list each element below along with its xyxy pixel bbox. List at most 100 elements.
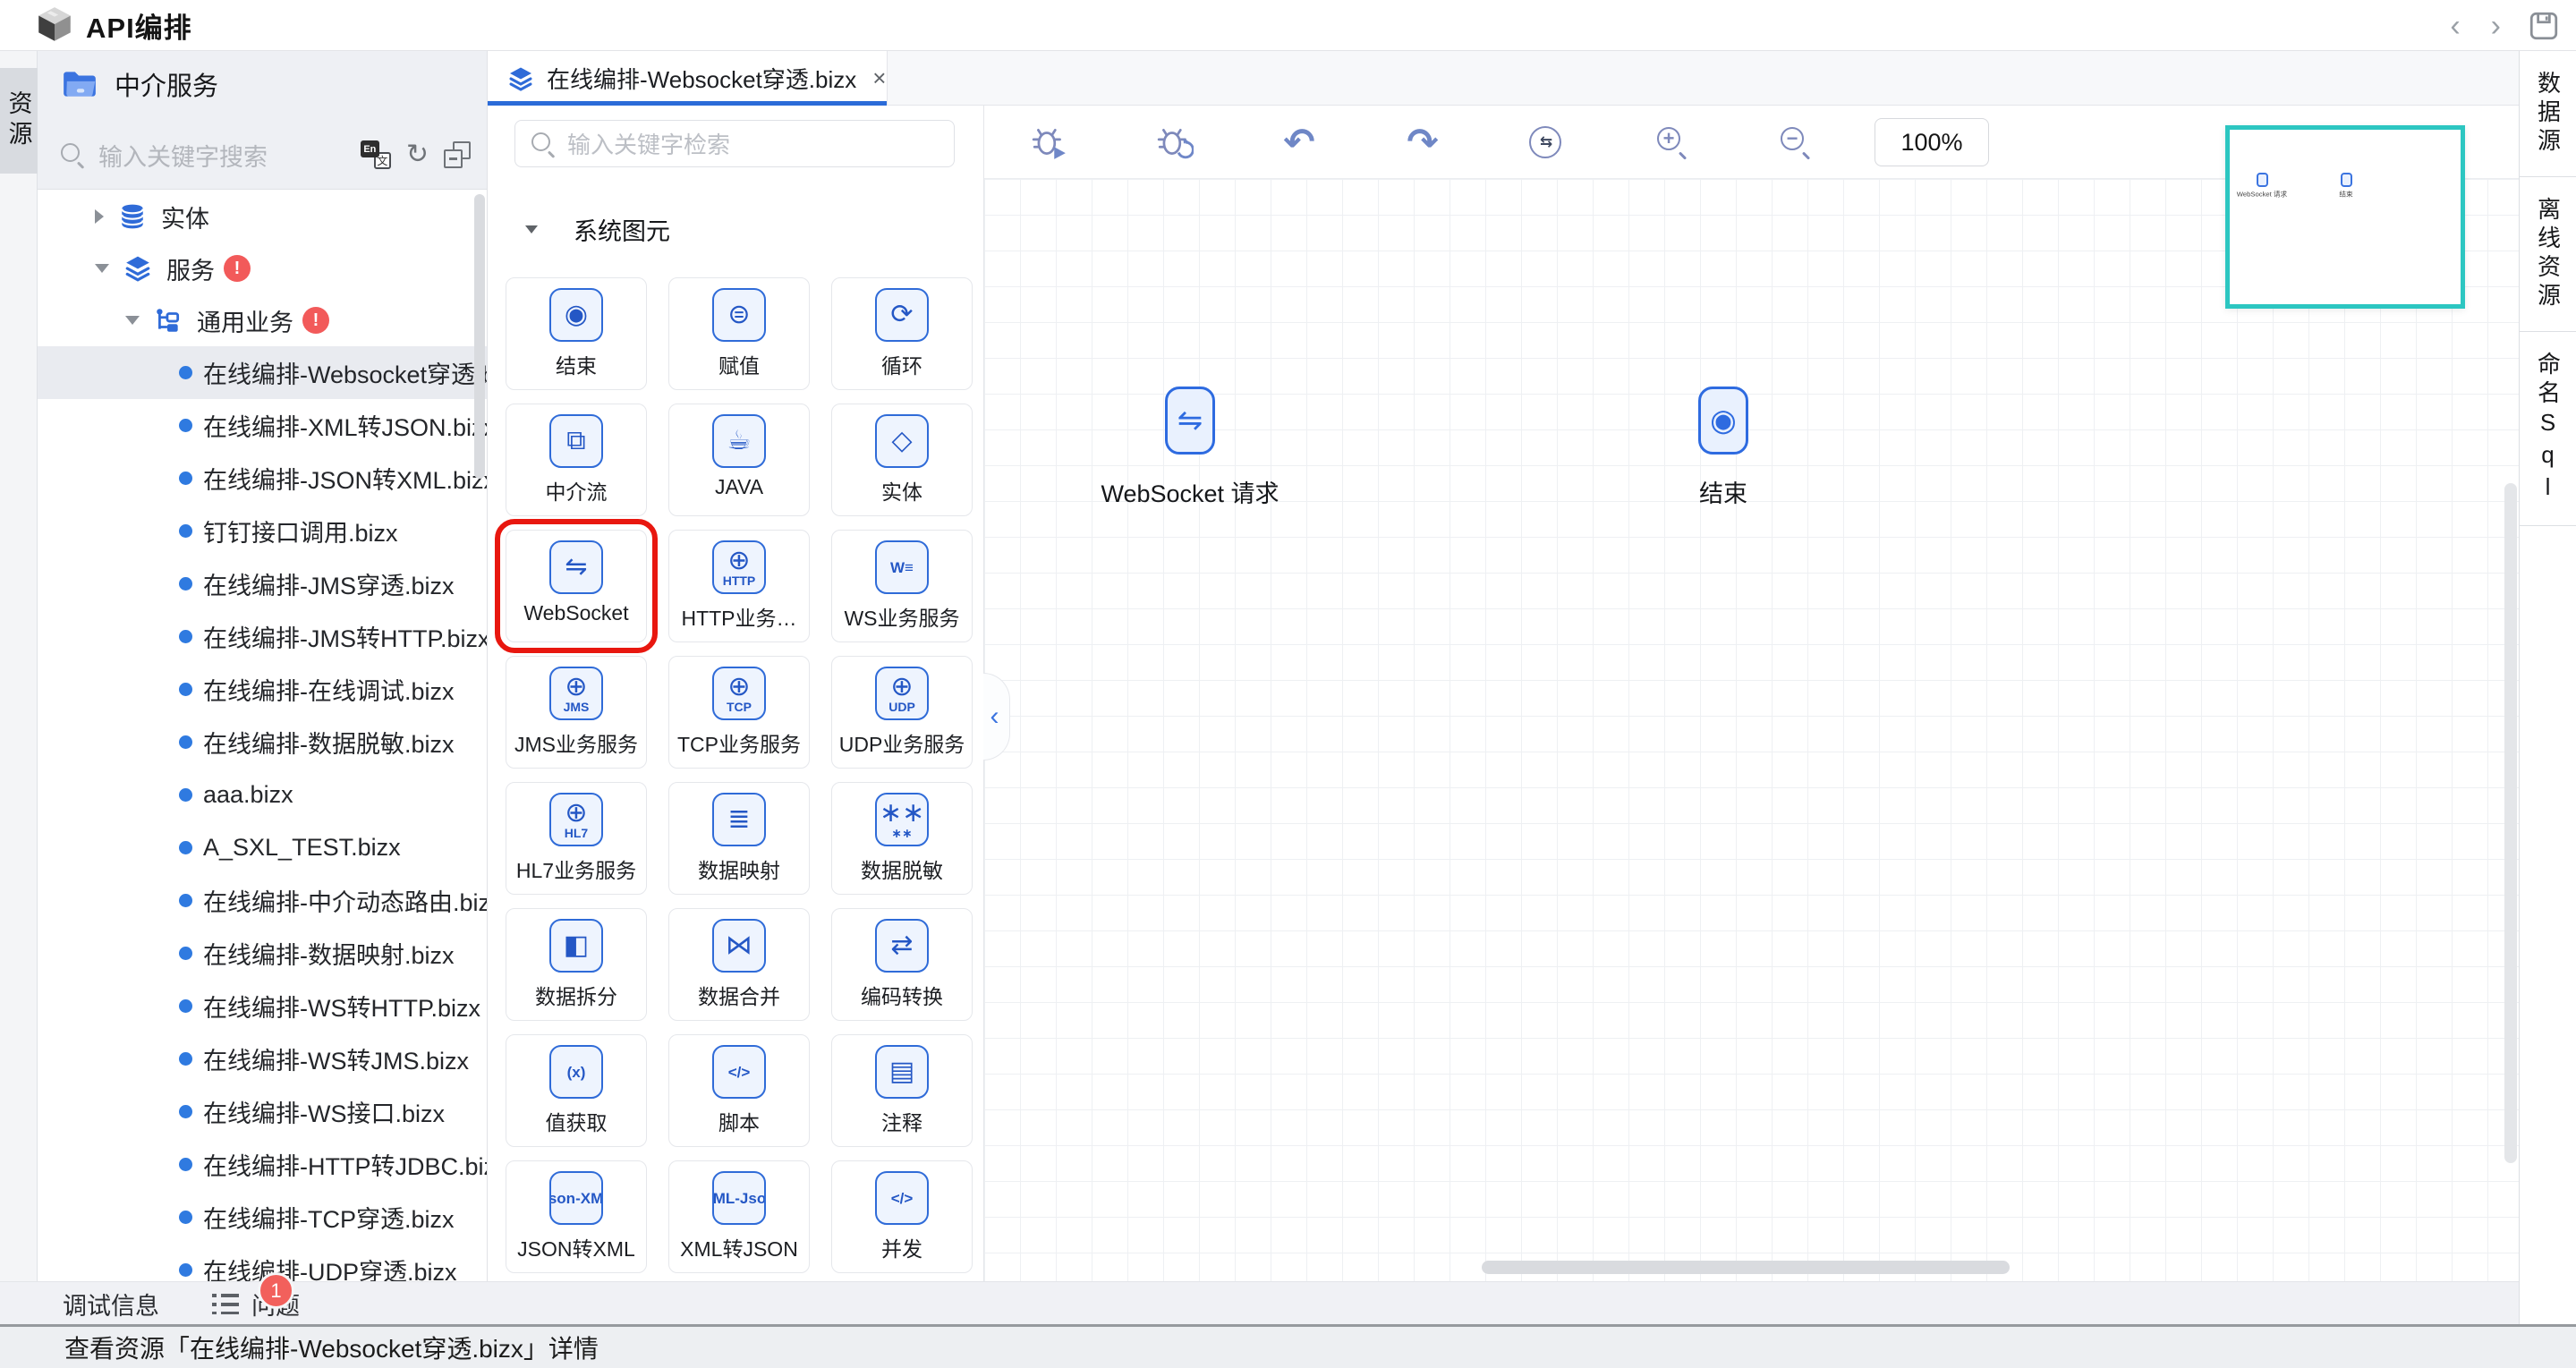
zoom-level[interactable]: 100%: [1875, 118, 1989, 166]
file-dot-icon: [179, 683, 192, 696]
file-dot-icon: [179, 788, 192, 802]
stop-icon: ◉: [549, 288, 603, 342]
tree-item-file[interactable]: 在线编排-HTTP转JDBC.bizx: [38, 1138, 488, 1191]
script-icon: </>: [712, 1045, 766, 1099]
file-dot-icon: [179, 1263, 192, 1277]
tree-item-file[interactable]: 在线编排-JSON转XML.bizx: [38, 452, 488, 505]
tree-item-file[interactable]: 在线编排-JMS转HTTP.bizx: [38, 610, 488, 663]
palette-item[interactable]: W≡ WS业务服务: [831, 530, 973, 642]
tree-item-file[interactable]: 在线编排-在线调试.bizx: [38, 663, 488, 716]
canvas-grid[interactable]: ⇋ WebSocket 请求 ◉ 结束: [984, 179, 2519, 1281]
tree-item-file[interactable]: 在线编排-XML转JSON.bizx: [38, 399, 488, 452]
palette-item[interactable]: </> 脚本: [668, 1034, 810, 1147]
palette-item[interactable]: ⊜ 赋值: [668, 277, 810, 390]
debug-restart-button[interactable]: [1155, 123, 1194, 162]
palette-item[interactable]: ≣ 数据映射: [668, 782, 810, 895]
vertical-scrollbar[interactable]: [2504, 483, 2517, 1163]
palette-item[interactable]: ⟳ 循环: [831, 277, 973, 390]
layers-icon: [507, 65, 534, 92]
tree-item-file[interactable]: A_SXL_TEST.bizx: [38, 821, 488, 874]
palette-item[interactable]: (x) 值获取: [506, 1034, 647, 1147]
translate-icon[interactable]: En文: [361, 140, 391, 169]
minimap[interactable]: WebSocket 请求 结束: [2225, 125, 2465, 309]
explorer-title: 中介服务: [115, 65, 218, 103]
right-activity-bar: 数据源 离线资源 命名Sql: [2519, 51, 2576, 1324]
tree-item-file[interactable]: 钉钉接口调用.bizx: [38, 505, 488, 557]
palette-item[interactable]: ⧉ 中介流: [506, 404, 647, 516]
list-icon: [212, 1293, 239, 1315]
chevron-right-icon[interactable]: [95, 209, 104, 224]
tree-item-file[interactable]: 在线编排-数据脱敏.bizx: [38, 716, 488, 769]
stop-icon: ◉: [1710, 403, 1737, 438]
sidebar-tab-datasource[interactable]: 数据源: [2520, 51, 2576, 177]
palette-item[interactable]: ◧ 数据拆分: [506, 908, 647, 1021]
tree-item-file[interactable]: 在线编排-WS转JMS.bizx: [38, 1032, 488, 1085]
tab-debug-info[interactable]: 调试信息: [63, 1282, 159, 1325]
palette-item[interactable]: Json-XML JSON转XML: [506, 1160, 647, 1273]
tree-item-entity[interactable]: 实体: [38, 191, 488, 242]
tree-item-file[interactable]: 在线编排-数据映射.bizx: [38, 927, 488, 980]
data-mapping-icon: ≣: [712, 793, 766, 846]
zoom-out-button[interactable]: −: [1776, 123, 1815, 162]
palette-item[interactable]: ◉ 结束: [506, 277, 647, 390]
assign-icon: ⊜: [712, 288, 766, 342]
palette-item[interactable]: ☕ JAVA: [668, 404, 810, 516]
palette-item[interactable]: ⋈ 数据合并: [668, 908, 810, 1021]
palette-item[interactable]: ◇ 实体: [831, 404, 973, 516]
palette-grid: ◉ 结束 ⊜ 赋值 ⟳ 循环: [506, 277, 973, 1273]
palette-item[interactable]: ⊕ JMS JMS业务服务: [506, 656, 647, 769]
editor-tab[interactable]: 在线编排-Websocket穿透.bizx ×: [488, 51, 888, 106]
tree-item-services[interactable]: 服务 !: [38, 242, 488, 294]
nav-back-button[interactable]: ‹: [2446, 11, 2463, 41]
tree-item-file[interactable]: 在线编排-WS接口.bizx: [38, 1085, 488, 1138]
undo-button[interactable]: ↶: [1279, 123, 1319, 162]
file-dot-icon: [179, 1052, 192, 1066]
tree-item-file[interactable]: 在线编排-中介动态路由.bizx: [38, 874, 488, 927]
fit-view-button[interactable]: ⇆: [1526, 123, 1565, 162]
refresh-icon[interactable]: ↻: [406, 141, 429, 168]
explorer-search-input[interactable]: 输入关键字搜索: [98, 138, 361, 173]
zoom-in-button[interactable]: +: [1653, 123, 1692, 162]
palette-search-input[interactable]: 输入关键字检索: [514, 120, 955, 167]
tree-item-file[interactable]: 在线编排-Websocket穿透.bizx !: [38, 346, 488, 399]
tree-item-file[interactable]: 在线编排-TCP穿透.bizx: [38, 1191, 488, 1244]
sidebar-tab-named-sql[interactable]: 命名Sql: [2520, 332, 2576, 526]
close-icon[interactable]: ×: [872, 64, 886, 92]
palette-item[interactable]: ⊕ HTTP HTTP业务…: [668, 530, 810, 642]
palette-item[interactable]: XML-Json XML转JSON: [668, 1160, 810, 1273]
palette-item[interactable]: ⇄ 编码转换: [831, 908, 973, 1021]
tree-item-file[interactable]: 在线编排-WS转HTTP.bizx: [38, 980, 488, 1032]
nav-forward-button[interactable]: ›: [2487, 11, 2504, 41]
palette-item[interactable]: </> 并发: [831, 1160, 973, 1273]
palette-item[interactable]: ⊕ TCP TCP业务服务: [668, 656, 810, 769]
sidebar-tab-offline-resources[interactable]: 离线资源: [2520, 177, 2576, 332]
collapse-all-icon[interactable]: [444, 141, 471, 168]
palette-item[interactable]: ▤ 注释: [831, 1034, 973, 1147]
file-dot-icon: [179, 735, 192, 749]
palette-item[interactable]: ⊕ UDP UDP业务服务: [831, 656, 973, 769]
palette-item[interactable]: ∗∗ ∗∗ 数据脱敏: [831, 782, 973, 895]
chevron-down-icon[interactable]: [95, 264, 109, 273]
tree-item-common-business[interactable]: 通用业务 !: [38, 294, 488, 346]
tree-item-file[interactable]: 在线编排-UDP穿透.bizx: [38, 1244, 488, 1281]
debug-run-button[interactable]: [1030, 123, 1069, 162]
node-websocket-request[interactable]: ⇋: [1165, 387, 1215, 455]
tcp-service-icon: ⊕ TCP: [712, 667, 766, 720]
palette-item[interactable]: ⇋ WebSocket: [506, 530, 647, 642]
chevron-down-icon[interactable]: [125, 316, 140, 325]
node-end[interactable]: ◉: [1698, 387, 1748, 455]
redo-button[interactable]: ↷: [1403, 123, 1442, 162]
panel-collapse-handle[interactable]: ‹: [983, 673, 1010, 760]
editor-tabstrip: 在线编排-Websocket穿透.bizx ×: [488, 51, 984, 106]
flow-canvas: ↶ ↷ ⇆ + − 100% ⇋ WebSocket 请求 ◉ 结束 WebSo…: [984, 51, 2519, 1281]
tree-item-file[interactable]: aaa.bizx: [38, 769, 488, 821]
layers-icon: [123, 254, 152, 283]
tree-item-file[interactable]: 在线编排-JMS穿透.bizx: [38, 557, 488, 610]
tree-scrollbar[interactable]: [474, 194, 485, 479]
save-button[interactable]: [2528, 10, 2560, 42]
sidebar-tab-resources[interactable]: 资源: [0, 68, 38, 174]
palette-section-header[interactable]: 系统图元: [525, 212, 670, 247]
palette-item[interactable]: ⊕ HL7 HL7业务服务: [506, 782, 647, 895]
status-text: 查看资源「在线编排-Websocket穿透.bizx」详情: [64, 1330, 599, 1365]
horizontal-scrollbar[interactable]: [1482, 1261, 2010, 1274]
